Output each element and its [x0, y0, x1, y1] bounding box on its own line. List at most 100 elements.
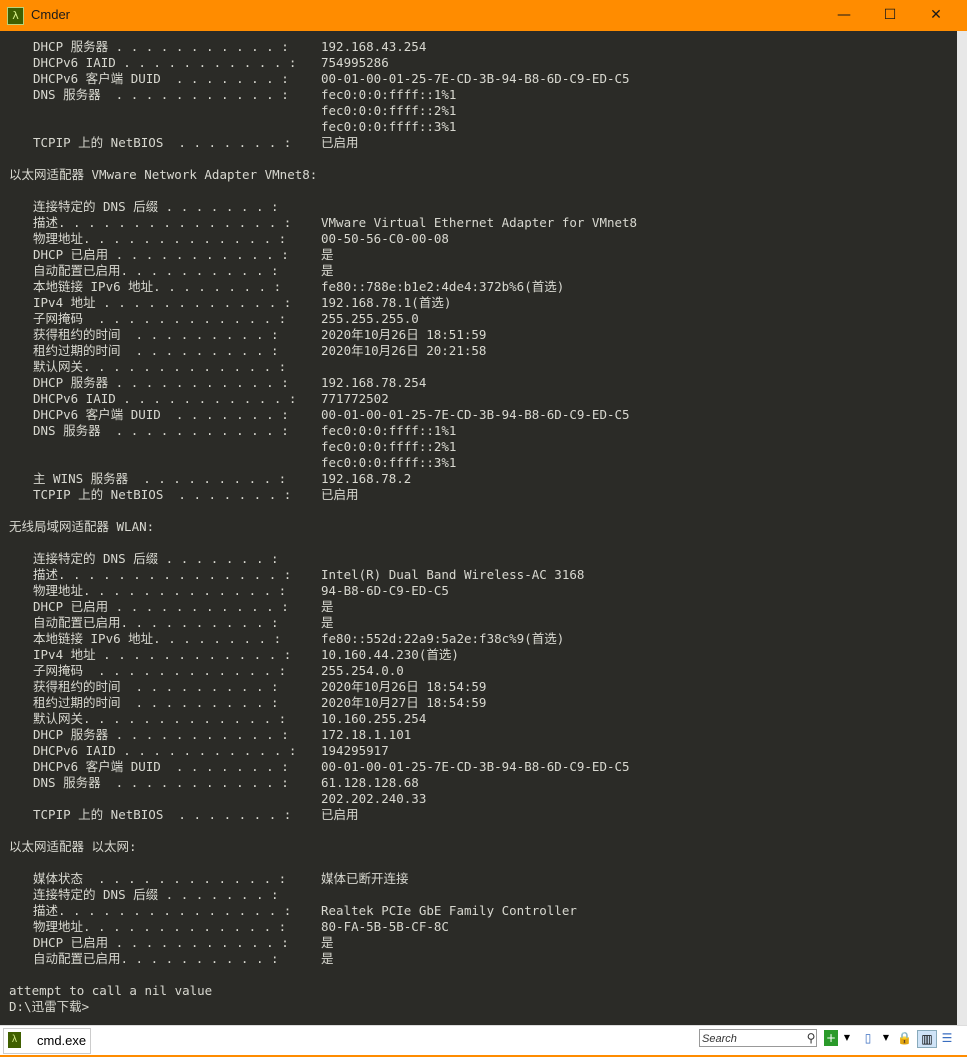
- terminal-line: 子网掩码 . . . . . . . . . . . . : 255.254.0.…: [0, 663, 957, 679]
- terminal-line: 媒体状态 . . . . . . . . . . . . : 媒体已断开连接: [0, 871, 957, 887]
- buffer-icon[interactable]: ▥: [917, 1030, 937, 1048]
- field-value: 是: [321, 615, 334, 630]
- terminal-line: 物理地址. . . . . . . . . . . . . : 80-FA-5B-…: [0, 919, 957, 935]
- field-value: 192.168.78.1(首选): [321, 295, 452, 310]
- field-value: 10.160.255.254: [321, 711, 427, 726]
- field-label: 自动配置已启用. . . . . . . . . . :: [33, 263, 279, 278]
- field-label: DNS 服务器 . . . . . . . . . . . :: [33, 775, 289, 790]
- field-value: 是: [321, 263, 334, 278]
- field-label: DNS 服务器 . . . . . . . . . . . :: [33, 87, 289, 102]
- terminal-line: 物理地址. . . . . . . . . . . . . : 00-50-56-…: [0, 231, 957, 247]
- terminal-line: 租约过期的时间 . . . . . . . . . : 2020年10月27日 1…: [0, 695, 957, 711]
- field-label: 连接特定的 DNS 后缀 . . . . . . . :: [33, 551, 279, 566]
- field-value: 已启用: [321, 807, 359, 822]
- terminal-line: 连接特定的 DNS 后缀 . . . . . . . :: [0, 199, 957, 215]
- terminal-line: fec0:0:0:ffff::3%1: [0, 119, 957, 135]
- terminal-line: IPv4 地址 . . . . . . . . . . . . : 10.160.…: [0, 647, 957, 663]
- split-icon[interactable]: ▯: [861, 1030, 875, 1046]
- terminal-line: D:\迅雷下载>: [0, 999, 957, 1015]
- field-value: fec0:0:0:ffff::1%1: [321, 423, 457, 438]
- field-value: 00-01-00-01-25-7E-CD-3B-94-B8-6D-C9-ED-C…: [321, 407, 630, 422]
- terminal-line: DHCP 已启用 . . . . . . . . . . . : 是: [0, 247, 957, 263]
- terminal-line: DHCP 已启用 . . . . . . . . . . . : 是: [0, 599, 957, 615]
- terminal-line: 自动配置已启用. . . . . . . . . . : 是: [0, 263, 957, 279]
- terminal-line: DHCP 服务器 . . . . . . . . . . . : 192.168.…: [0, 375, 957, 391]
- title-bar: λ Cmder — ☐ ✕: [0, 0, 967, 31]
- terminal-line: DHCPv6 IAID . . . . . . . . . . . : 19429…: [0, 743, 957, 759]
- menu-icon[interactable]: ☰: [940, 1030, 954, 1046]
- field-label: DHCPv6 IAID . . . . . . . . . . . :: [33, 391, 297, 406]
- cmd-lambda-icon: λ: [8, 1032, 21, 1048]
- field-value: 192.168.78.2: [321, 471, 412, 486]
- terminal-line: 连接特定的 DNS 后缀 . . . . . . . :: [0, 551, 957, 567]
- terminal-output[interactable]: DHCP 服务器 . . . . . . . . . . . : 192.168.…: [0, 31, 957, 1025]
- field-label: DHCP 服务器 . . . . . . . . . . . :: [33, 39, 289, 54]
- field-value: 2020年10月26日 18:51:59: [321, 327, 487, 342]
- field-label: 默认网关. . . . . . . . . . . . . :: [33, 711, 287, 726]
- terminal-line: DHCPv6 客户端 DUID . . . . . . . : 00-01-00-…: [0, 71, 957, 87]
- field-value: 255.254.0.0: [321, 663, 404, 678]
- terminal-line: 本地链接 IPv6 地址. . . . . . . . : fe80::788e:…: [0, 279, 957, 295]
- terminal-line: fec0:0:0:ffff::3%1: [0, 455, 957, 471]
- terminal-line: DNS 服务器 . . . . . . . . . . . : fec0:0:0:…: [0, 87, 957, 103]
- terminal-line: 202.202.240.33: [0, 791, 957, 807]
- field-value: 61.128.128.68: [321, 775, 419, 790]
- terminal-line: 获得租约的时间 . . . . . . . . . : 2020年10月26日 1…: [0, 679, 957, 695]
- field-label: 租约过期的时间 . . . . . . . . . :: [33, 343, 279, 358]
- search-input[interactable]: Search: [699, 1029, 817, 1047]
- field-label: DHCPv6 客户端 DUID . . . . . . . :: [33, 71, 289, 86]
- field-label: DHCPv6 客户端 DUID . . . . . . . :: [33, 407, 289, 422]
- lock-icon[interactable]: 🔒: [897, 1030, 912, 1046]
- terminal-line: 描述. . . . . . . . . . . . . . . : VMware …: [0, 215, 957, 231]
- terminal-line: 租约过期的时间 . . . . . . . . . : 2020年10月26日 2…: [0, 343, 957, 359]
- terminal-line: fec0:0:0:ffff::2%1: [0, 439, 957, 455]
- dropdown-icon[interactable]: ▼: [842, 1030, 852, 1046]
- new-console-icon[interactable]: +: [824, 1030, 838, 1046]
- terminal-line: 主 WINS 服务器 . . . . . . . . . : 192.168.78…: [0, 471, 957, 487]
- terminal-line: 物理地址. . . . . . . . . . . . . : 94-B8-6D-…: [0, 583, 957, 599]
- field-value: 已启用: [321, 135, 359, 150]
- terminal-line: DNS 服务器 . . . . . . . . . . . : fec0:0:0:…: [0, 423, 957, 439]
- field-value: 192.168.78.254: [321, 375, 427, 390]
- field-value: 2020年10月26日 18:54:59: [321, 679, 487, 694]
- field-value: 2020年10月26日 20:21:58: [321, 343, 487, 358]
- terminal-line: 连接特定的 DNS 后缀 . . . . . . . :: [0, 887, 957, 903]
- terminal-line: DHCPv6 IAID . . . . . . . . . . . : 77177…: [0, 391, 957, 407]
- terminal-text: 无线局域网适配器 WLAN:: [9, 519, 155, 534]
- field-label: 描述. . . . . . . . . . . . . . . :: [33, 215, 292, 230]
- field-value: 是: [321, 951, 334, 966]
- field-label: 物理地址. . . . . . . . . . . . . :: [33, 919, 287, 934]
- field-label: 获得租约的时间 . . . . . . . . . :: [33, 327, 279, 342]
- field-value: 是: [321, 247, 334, 262]
- field-label: TCPIP 上的 NetBIOS . . . . . . . :: [33, 807, 292, 822]
- field-label: TCPIP 上的 NetBIOS . . . . . . . :: [33, 135, 292, 150]
- terminal-text: 以太网适配器 以太网:: [9, 839, 137, 854]
- terminal-line: DHCP 服务器 . . . . . . . . . . . : 192.168.…: [0, 39, 957, 55]
- terminal-line: TCPIP 上的 NetBIOS . . . . . . . : 已启用: [0, 487, 957, 503]
- field-value: fec0:0:0:ffff::2%1: [321, 439, 457, 454]
- field-value: 94-B8-6D-C9-ED-C5: [321, 583, 449, 598]
- search-icon[interactable]: ⚲: [805, 1030, 817, 1046]
- cmder-lambda-icon: λ: [7, 7, 24, 25]
- dropdown-icon[interactable]: ▼: [881, 1030, 891, 1046]
- close-button[interactable]: ✕: [913, 0, 959, 31]
- minimize-button[interactable]: —: [821, 0, 867, 31]
- field-value: 10.160.44.230(首选): [321, 647, 459, 662]
- field-value: 00-01-00-01-25-7E-CD-3B-94-B8-6D-C9-ED-C…: [321, 759, 630, 774]
- terminal-text: 以太网适配器 VMware Network Adapter VMnet8:: [9, 167, 318, 182]
- field-value: 00-01-00-01-25-7E-CD-3B-94-B8-6D-C9-ED-C…: [321, 71, 630, 86]
- terminal-line: 无线局域网适配器 WLAN:: [0, 519, 957, 535]
- maximize-button[interactable]: ☐: [867, 0, 913, 31]
- terminal-line: TCPIP 上的 NetBIOS . . . . . . . : 已启用: [0, 135, 957, 151]
- field-label: IPv4 地址 . . . . . . . . . . . . :: [33, 295, 292, 310]
- terminal-line: 以太网适配器 VMware Network Adapter VMnet8:: [0, 167, 957, 183]
- console-tab-cmd[interactable]: λ cmd.exe: [3, 1028, 91, 1054]
- field-label: 子网掩码 . . . . . . . . . . . . :: [33, 663, 287, 678]
- field-value: 194295917: [321, 743, 389, 758]
- field-value: 00-50-56-C0-00-08: [321, 231, 449, 246]
- terminal-line: DHCPv6 IAID . . . . . . . . . . . : 75499…: [0, 55, 957, 71]
- background-window-edge: [957, 31, 967, 1025]
